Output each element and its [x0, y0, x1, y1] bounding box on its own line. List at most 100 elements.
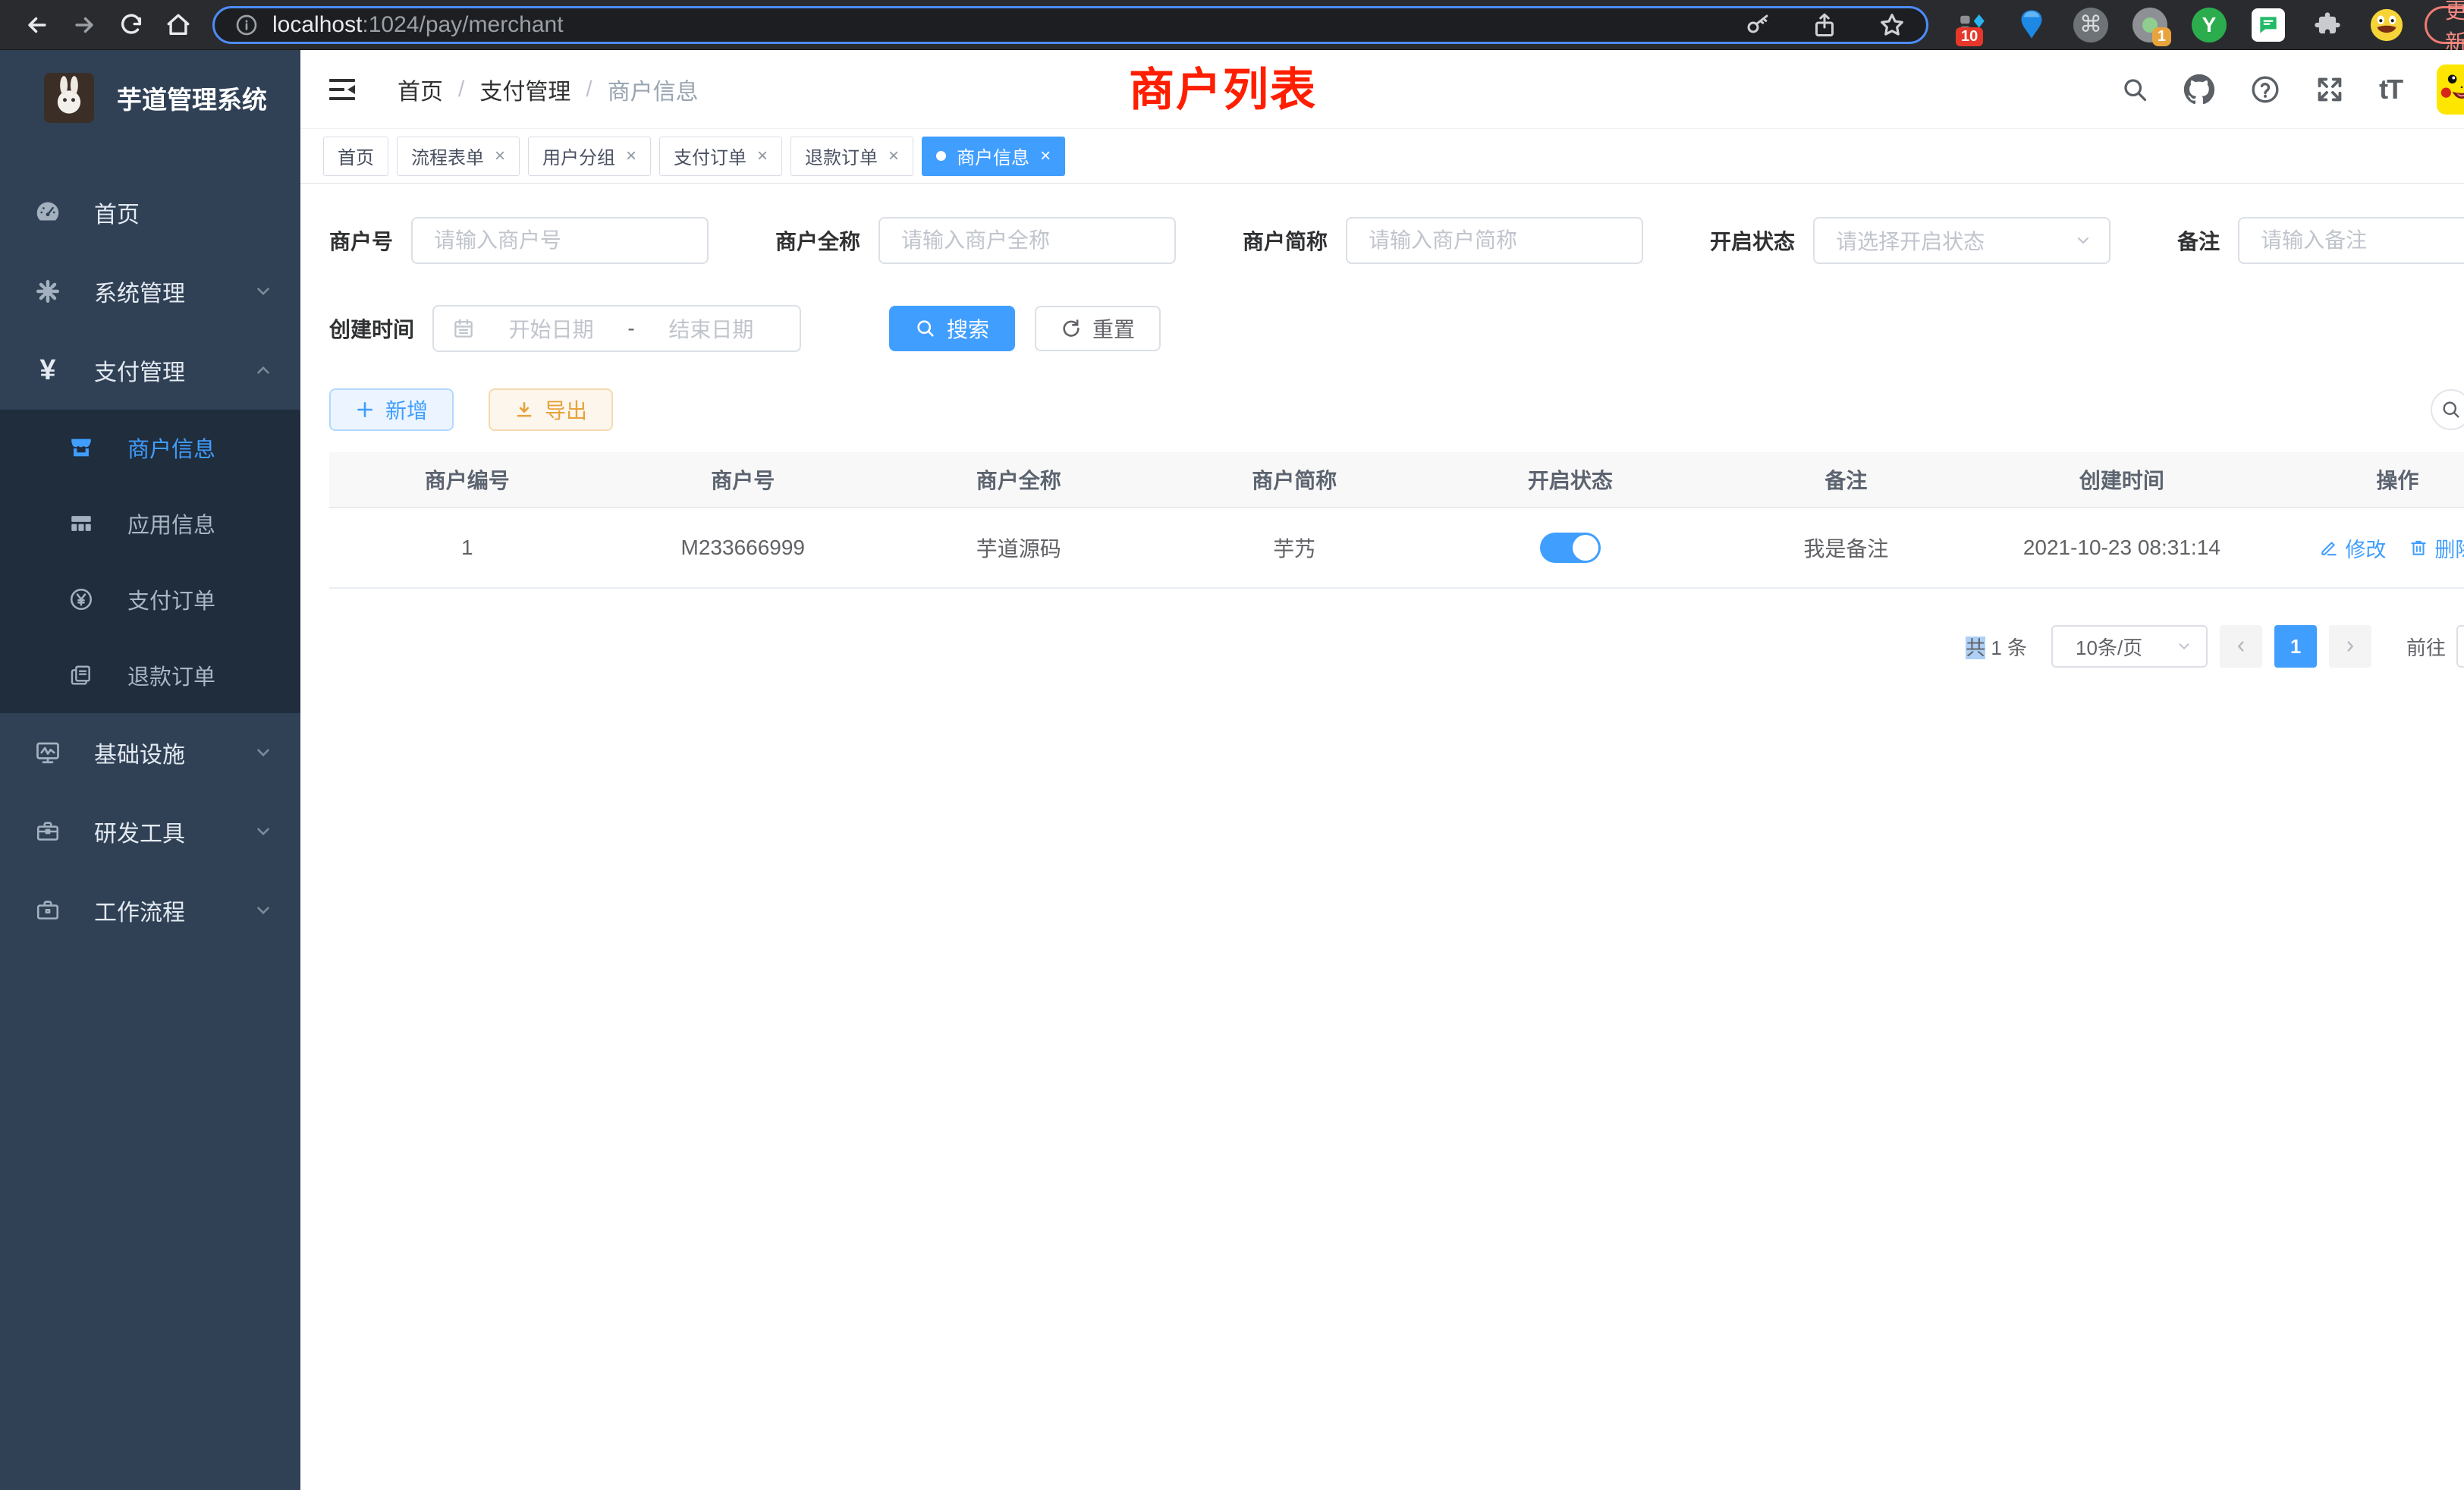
extension-chat-icon[interactable]: [2250, 7, 2286, 43]
chrome-update-button[interactable]: 更新: [2425, 6, 2464, 44]
sidebar-item-refund-order[interactable]: 退款订单: [0, 637, 300, 713]
page-size-select[interactable]: 10条/页: [2051, 625, 2208, 668]
sidebar-item-label: 首页: [94, 196, 140, 229]
site-info-icon[interactable]: [234, 13, 259, 37]
browser-home-button[interactable]: [155, 5, 202, 46]
tab-pay-order[interactable]: 支付订单×: [659, 137, 782, 176]
sidebar-item-app-info[interactable]: 应用信息: [0, 486, 300, 561]
remark-input[interactable]: [2238, 217, 2464, 264]
col-merchant-no: 商户号: [605, 464, 882, 495]
help-icon[interactable]: [2250, 74, 2280, 105]
chevron-right-icon: [2342, 638, 2359, 655]
tab-merchant-info[interactable]: 商户信息×: [922, 137, 1065, 176]
user-avatar[interactable]: [2437, 64, 2464, 115]
export-button[interactable]: 导出: [489, 388, 613, 431]
close-icon[interactable]: ×: [1040, 147, 1051, 165]
close-icon[interactable]: ×: [888, 147, 899, 165]
sidebar-item-system[interactable]: 系统管理: [0, 252, 300, 331]
browser-reload-button[interactable]: [108, 5, 155, 46]
close-icon[interactable]: ×: [757, 147, 768, 165]
browser-forward-button[interactable]: [61, 5, 108, 46]
breadcrumb-separator: /: [586, 77, 592, 102]
status-select[interactable]: 请选择开启状态: [1813, 217, 2110, 264]
y-logo-icon: Y: [2192, 8, 2227, 42]
tab-home[interactable]: 首页: [323, 137, 388, 176]
font-size-icon[interactable]: tT: [2379, 74, 2402, 105]
cell-short-name: 芋艿: [1157, 533, 1433, 563]
goto-label: 前往: [2406, 633, 2446, 661]
extension-notification-badge: 1: [2152, 27, 2171, 46]
sidebar-item-home[interactable]: 首页: [0, 173, 300, 252]
status-toggle[interactable]: [1540, 533, 1601, 563]
col-actions: 操作: [2260, 464, 2464, 495]
app-logo[interactable]: 芋道管理系统: [0, 50, 300, 146]
edit-pencil-icon: [2319, 538, 2339, 558]
delete-button[interactable]: 删除: [2409, 533, 2464, 563]
tab-user-group[interactable]: 用户分组×: [528, 137, 651, 176]
sidebar-item-pay-order[interactable]: 支付订单: [0, 561, 300, 637]
close-icon[interactable]: ×: [495, 147, 505, 165]
chevron-down-icon: [2176, 638, 2192, 655]
reset-button[interactable]: 重置: [1035, 306, 1161, 351]
extension-list-icon[interactable]: 10: [1954, 7, 1991, 43]
red-annotation-text: 商户列表: [1129, 53, 1317, 119]
extension-balloon-icon[interactable]: [2013, 7, 2050, 43]
chevron-down-icon: [253, 281, 273, 301]
table-toolbar: 新增 导出: [329, 388, 2464, 431]
blue-balloon-icon: [2018, 9, 2045, 41]
toggle-search-button[interactable]: [2431, 389, 2464, 430]
next-page-button[interactable]: [2329, 625, 2371, 668]
share-icon[interactable]: [1811, 11, 1838, 39]
extension-status-icon[interactable]: 1: [2132, 7, 2168, 43]
tab-process-form[interactable]: 流程表单×: [397, 137, 520, 176]
table-header-row: 商户编号 商户号 商户全称 商户简称 开启状态 备注 创建时间 操作: [329, 452, 2464, 508]
extension-command-icon[interactable]: ⌘: [2073, 7, 2109, 43]
bookmark-star-icon[interactable]: [1878, 11, 1906, 39]
merchant-no-input[interactable]: [411, 217, 709, 264]
page-1-button[interactable]: 1: [2274, 625, 2317, 668]
extensions-puzzle-icon[interactable]: [2309, 7, 2346, 43]
download-icon: [514, 400, 534, 420]
sidebar: 芋道管理系统 首页 系统管理 ¥ 支付管理: [0, 50, 300, 1490]
tab-refund-order[interactable]: 退款订单×: [790, 137, 913, 176]
date-range-picker[interactable]: 开始日期 - 结束日期: [432, 305, 801, 352]
sidebar-item-workflow[interactable]: 工作流程: [0, 871, 300, 950]
profile-emoji-icon[interactable]: [2368, 7, 2405, 43]
table-row: 1 M233666999 芋道源码 芋艿 我是备注 2021-10-23 08:…: [329, 508, 2464, 589]
browser-back-button[interactable]: [14, 5, 61, 46]
edit-button[interactable]: 修改: [2319, 533, 2386, 563]
status-label: 开启状态: [1710, 225, 1795, 256]
merchant-no-label: 商户号: [329, 225, 393, 256]
filter-row-2: 创建时间 开始日期 - 结束日期 搜索 重置: [329, 305, 2464, 352]
sidebar-item-merchant-info[interactable]: 商户信息: [0, 410, 300, 486]
search-icon[interactable]: [2121, 76, 2148, 103]
add-button[interactable]: 新增: [329, 388, 454, 431]
github-icon[interactable]: [2183, 74, 2215, 105]
sidebar-item-label: 研发工具: [94, 815, 185, 848]
fullscreen-icon[interactable]: [2315, 75, 2344, 104]
merchant-table: 商户编号 商户号 商户全称 商户简称 开启状态 备注 创建时间 操作 1 M23…: [329, 452, 2464, 589]
sidebar-collapse-icon[interactable]: [328, 76, 358, 103]
breadcrumb-current: 商户信息: [608, 73, 699, 106]
sidebar-item-label: 应用信息: [127, 508, 215, 539]
extension-y-icon[interactable]: Y: [2191, 7, 2227, 43]
sidebar-item-infra[interactable]: 基础设施: [0, 713, 300, 792]
breadcrumb-section[interactable]: 支付管理: [479, 73, 570, 106]
app-title: 芋道管理系统: [117, 80, 267, 116]
sidebar-item-label: 支付订单: [127, 583, 215, 615]
sidebar-item-payment[interactable]: ¥ 支付管理: [0, 331, 300, 410]
goto-page-input[interactable]: [2456, 625, 2464, 668]
breadcrumb-home[interactable]: 首页: [398, 73, 443, 106]
briefcase-icon: [33, 897, 62, 923]
search-icon: [915, 318, 936, 339]
full-name-input[interactable]: [878, 217, 1176, 264]
url-bar[interactable]: localhost:1024/pay/merchant: [212, 6, 1928, 44]
sidebar-item-dev-tools[interactable]: 研发工具: [0, 792, 300, 871]
gear-icon: [33, 278, 62, 305]
yen-icon: ¥: [33, 354, 62, 387]
password-key-icon[interactable]: [1744, 11, 1771, 39]
prev-page-button[interactable]: [2220, 625, 2262, 668]
short-name-input[interactable]: [1346, 217, 1643, 264]
close-icon[interactable]: ×: [626, 147, 636, 165]
search-button[interactable]: 搜索: [889, 306, 1015, 351]
